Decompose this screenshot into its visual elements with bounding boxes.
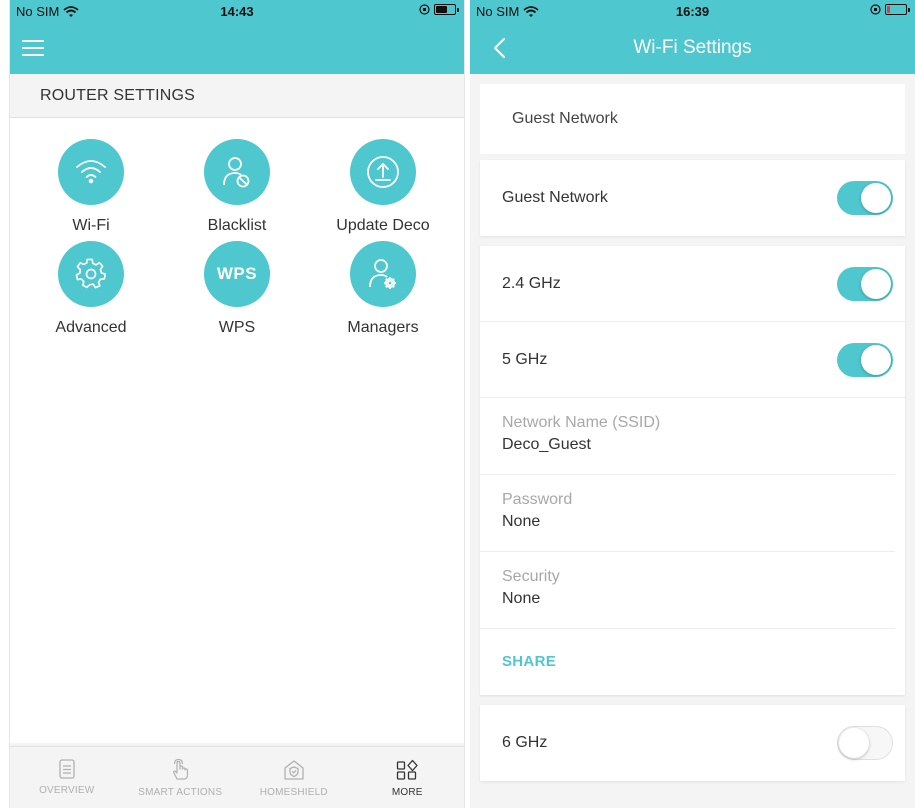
tile-label: WPS: [218, 319, 256, 336]
tab-label: OVERVIEW: [39, 785, 95, 796]
managers-tile[interactable]: Managers: [313, 241, 453, 339]
tab-label: HOMESHIELD: [259, 787, 328, 798]
wifi-tile[interactable]: Wi-Fi: [21, 139, 161, 237]
status-time: 14:43: [220, 4, 254, 19]
settings-grid: Wi-Fi Blacklist Update Deco Advanced WPS…: [10, 118, 464, 743]
blacklist-user-icon: [204, 139, 270, 205]
wps-icon-text: WPS: [216, 264, 258, 283]
tap-hand-icon: [173, 759, 189, 780]
blacklist-tile[interactable]: Blacklist: [167, 139, 307, 237]
bands-card: 2.4 GHz 5 GHz Network Name (SSID) Deco_G…: [480, 246, 905, 695]
tab-homeshield[interactable]: HOMESHIELD: [237, 747, 351, 808]
tab-more[interactable]: MORE: [351, 747, 465, 808]
band-6-toggle[interactable]: [837, 726, 893, 760]
battery-low-icon: [885, 4, 910, 15]
top-nav-bar: Wi-Fi Settings: [470, 22, 915, 74]
password-value: None: [502, 513, 541, 530]
tile-label: Update Deco: [336, 217, 430, 234]
security-field[interactable]: Security None: [480, 552, 895, 629]
update-deco-tile[interactable]: Update Deco: [313, 139, 453, 237]
tile-label: Wi-Fi: [72, 217, 110, 234]
wifi-settings-screen: No SIM 16:39 Wi-Fi Settings Guest Networ…: [470, 0, 915, 808]
password-label: Password: [502, 491, 573, 508]
document-icon: [59, 759, 75, 779]
tab-label: SMART ACTIONS: [138, 787, 223, 798]
tile-label: Managers: [347, 319, 419, 336]
security-label: Security: [502, 568, 560, 585]
gear-icon: [58, 241, 124, 307]
orientation-lock-icon: [419, 4, 430, 15]
wifi-icon: [58, 139, 124, 205]
wps-icon: WPS: [204, 241, 270, 307]
guest-network-section-label: Guest Network: [512, 110, 618, 127]
guest-network-label: Guest Network: [502, 189, 608, 206]
hamburger-menu-icon[interactable]: [22, 40, 44, 56]
band-24-row: 2.4 GHz: [480, 246, 905, 322]
ssid-value: Deco_Guest: [502, 436, 591, 453]
band-6-row: 6 GHz: [480, 705, 905, 781]
battery-area: [870, 4, 910, 15]
band-5-toggle[interactable]: [837, 342, 893, 377]
page-title: Wi-Fi Settings: [633, 37, 752, 58]
top-nav-bar: [10, 22, 464, 74]
ssid-label: Network Name (SSID): [502, 414, 661, 431]
tile-label: Blacklist: [207, 217, 267, 234]
battery-icon: [434, 4, 459, 15]
status-bar: No SIM 16:39: [470, 0, 915, 22]
battery-area: [419, 4, 459, 15]
share-button[interactable]: SHARE: [480, 629, 905, 695]
grid-more-icon: [397, 759, 418, 780]
security-value: None: [502, 590, 541, 607]
tab-label: MORE: [391, 787, 423, 798]
home-shield-icon: [284, 760, 304, 780]
manager-user-icon: [350, 241, 416, 307]
wps-tile[interactable]: WPS WPS: [167, 241, 307, 339]
orientation-lock-icon: [870, 4, 881, 15]
advanced-tile[interactable]: Advanced: [21, 241, 161, 339]
router-settings-screen: No SIM 14:43 ROUTER SETTINGS Wi-Fi Black: [9, 0, 465, 808]
band-5-label: 5 GHz: [502, 350, 548, 368]
tab-smart-actions[interactable]: SMART ACTIONS: [124, 747, 238, 808]
section-title: ROUTER SETTINGS: [10, 74, 464, 118]
band-24-toggle[interactable]: [837, 266, 893, 301]
band-6-card: 6 GHz: [480, 705, 905, 781]
band-5-row: 5 GHz: [480, 322, 905, 398]
status-time: 16:39: [675, 4, 710, 19]
password-field[interactable]: Password None: [480, 475, 895, 552]
upload-icon: [350, 139, 416, 205]
tab-overview[interactable]: OVERVIEW: [10, 747, 124, 808]
section-label-card: Guest Network: [480, 84, 905, 154]
guest-network-row: Guest Network: [480, 160, 905, 236]
status-bar: No SIM 14:43: [10, 0, 464, 22]
band-6-label: 6 GHz: [502, 734, 548, 751]
band-24-label: 2.4 GHz: [502, 274, 561, 292]
ssid-field[interactable]: Network Name (SSID) Deco_Guest: [480, 398, 895, 475]
bottom-tab-bar: OVERVIEW SMART ACTIONS HOMESHIELD MORE: [10, 746, 464, 808]
guest-network-toggle[interactable]: [837, 181, 893, 215]
tile-label: Advanced: [55, 319, 127, 336]
guest-network-card: Guest Network: [480, 160, 905, 236]
